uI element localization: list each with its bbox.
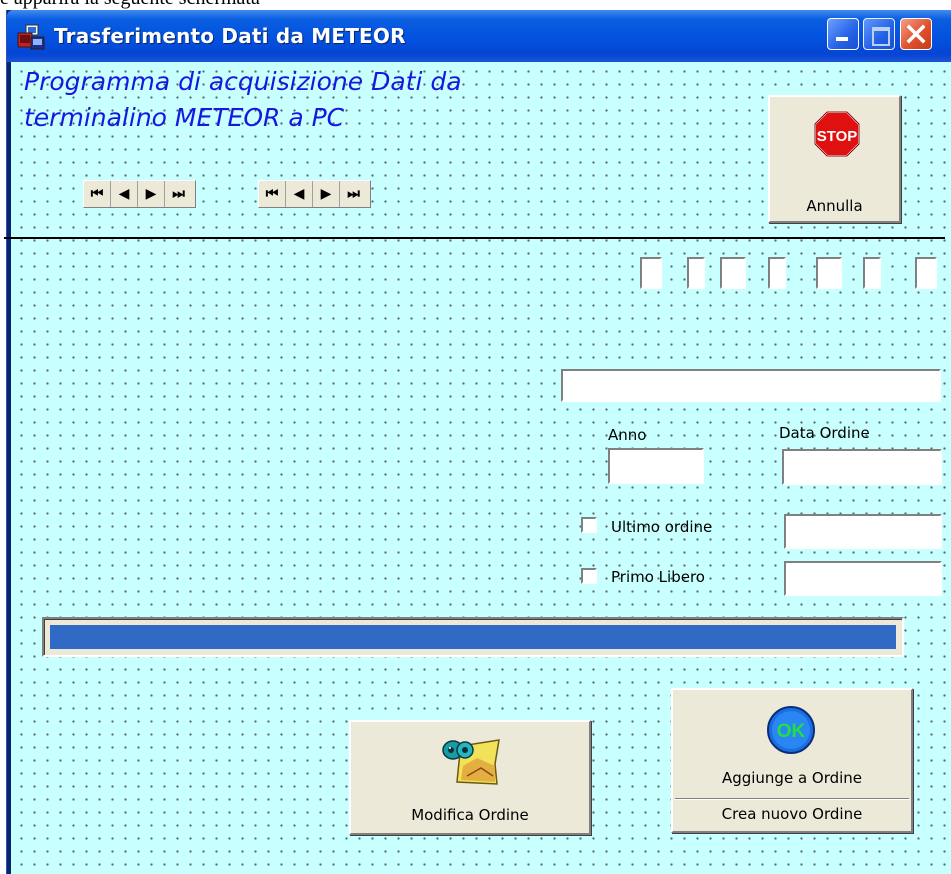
description-field[interactable] <box>561 369 941 402</box>
nav-last-button[interactable]: ⏭ <box>340 181 367 207</box>
nav-first-button[interactable]: ⏮ <box>259 181 286 207</box>
last-record-icon: ⏭ <box>172 186 185 202</box>
primo-libero-field[interactable] <box>784 561 942 596</box>
digit-box[interactable] <box>687 257 705 289</box>
stop-sign-icon: STOP <box>814 111 860 157</box>
digit-box[interactable] <box>863 257 881 289</box>
close-button[interactable] <box>900 18 932 50</box>
first-record-icon: ⏮ <box>265 186 279 202</box>
minimize-button[interactable] <box>827 18 859 50</box>
anno-field[interactable] <box>608 448 704 484</box>
crea-nuovo-ordine-label: Crea nuovo Ordine <box>721 805 863 823</box>
title-bar[interactable]: Trasferimento Dati da METEOR <box>7 10 951 62</box>
form-divider <box>4 237 945 239</box>
heading-line-1: Programma di acquisizione Dati da <box>24 67 462 96</box>
digit-box[interactable] <box>816 257 842 289</box>
ok-icon-text: OK <box>777 721 806 742</box>
record-navigator-2: ⏮ ◀ ▶ ⏭ <box>258 180 371 208</box>
nav-prev-button[interactable]: ◀ <box>286 181 313 207</box>
document-caption: e apparirà la seguente schermata <box>0 0 260 9</box>
ultimo-ordine-label: Ultimo ordine <box>611 518 713 536</box>
anno-label: Anno <box>608 426 647 444</box>
aggiunge-ordine-label: Aggiunge a Ordine <box>721 769 863 787</box>
prev-record-icon: ◀ <box>293 186 305 202</box>
transfer-progress-bar <box>42 617 904 657</box>
nav-first-button[interactable]: ⏮ <box>84 181 111 207</box>
data-ordine-field[interactable] <box>782 449 942 485</box>
aggiunge-ordine-button[interactable]: OK Aggiunge a Ordine Crea nuovo Ordine <box>671 688 913 833</box>
heading-line-2: terminalino METEOR a PC <box>24 103 345 132</box>
nav-next-button[interactable]: ▶ <box>138 181 165 207</box>
last-record-icon: ⏭ <box>347 186 360 202</box>
nav-next-button[interactable]: ▶ <box>313 181 340 207</box>
stop-sign-text: STOP <box>817 128 858 145</box>
edit-document-icon <box>442 739 500 785</box>
next-record-icon: ▶ <box>145 186 157 202</box>
digit-box[interactable] <box>640 257 662 289</box>
digit-box[interactable] <box>915 257 937 289</box>
ultimo-ordine-field[interactable] <box>784 514 942 549</box>
ultimo-ordine-checkbox[interactable] <box>581 517 597 533</box>
next-record-icon: ▶ <box>320 186 332 202</box>
maximize-button[interactable] <box>863 18 895 50</box>
annulla-label: Annulla <box>806 197 863 215</box>
data-ordine-label: Data Ordine <box>779 424 870 442</box>
program-heading: Programma di acquisizione Dati da termin… <box>24 64 624 136</box>
app-icon <box>17 24 45 50</box>
digit-box[interactable] <box>720 257 746 289</box>
record-navigator-1: ⏮ ◀ ▶ ⏭ <box>83 180 196 208</box>
button-separator <box>675 798 909 800</box>
digit-box[interactable] <box>768 257 786 289</box>
window-title: Trasferimento Dati da METEOR <box>54 24 406 48</box>
first-record-icon: ⏮ <box>90 186 104 202</box>
primo-libero-label: Primo Libero <box>611 568 705 586</box>
close-icon <box>906 24 926 44</box>
progress-fill <box>50 625 896 649</box>
primo-libero-checkbox[interactable] <box>581 568 597 584</box>
annulla-button[interactable]: STOP Annulla <box>768 95 901 223</box>
prev-record-icon: ◀ <box>118 186 130 202</box>
ok-icon: OK <box>767 706 815 754</box>
nav-prev-button[interactable]: ◀ <box>111 181 138 207</box>
modifica-ordine-label: Modifica Ordine <box>411 806 529 824</box>
nav-last-button[interactable]: ⏭ <box>165 181 192 207</box>
modifica-ordine-button[interactable]: Modifica Ordine <box>349 720 591 835</box>
